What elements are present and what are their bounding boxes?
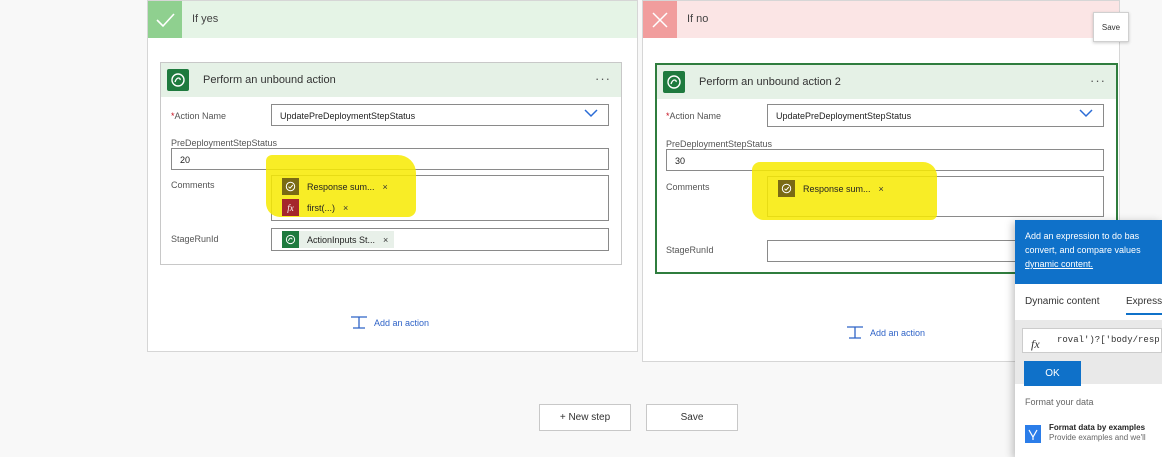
more-options-icon[interactable]: ··· (1090, 73, 1106, 88)
token-label: Response sum... (307, 181, 375, 192)
comments-label-no: Comments (666, 182, 710, 192)
stagerun-input-no[interactable] (767, 240, 1027, 262)
format-data-by-examples-item[interactable]: Format data by examples Provide examples… (1025, 423, 1162, 449)
status-value: 30 (675, 156, 686, 166)
branch-no-title: If no (687, 13, 709, 25)
dynamic-content-link[interactable]: dynamic content. (1025, 259, 1093, 269)
action-card-yes-title: Perform an unbound action (203, 74, 336, 86)
add-action-label: Add an action (870, 328, 926, 338)
token-actioninputs[interactable]: ActionInputs St... × (282, 231, 395, 248)
action-name-label-text: Action Name (669, 111, 722, 121)
remove-token-icon[interactable]: × (383, 182, 388, 192)
action-name-value: UpdatePreDeploymentStepStatus (280, 111, 416, 121)
format-examples-icon (1025, 425, 1041, 443)
chevron-down-icon[interactable] (584, 108, 598, 121)
x-mark-icon (643, 1, 677, 38)
new-step-button[interactable]: + New step (539, 404, 631, 431)
approvals-icon (282, 178, 299, 195)
tab-expression[interactable]: Express (1126, 296, 1162, 315)
action-name-dropdown-yes[interactable]: UpdatePreDeploymentStepStatus (271, 104, 609, 126)
fx-icon: fx (282, 199, 299, 216)
dataverse-icon (282, 231, 299, 248)
action-name-value: UpdatePreDeploymentStepStatus (776, 111, 912, 121)
add-action-icon (351, 316, 367, 329)
dynamic-content-panel: Add an expression to do bas convert, and… (1015, 220, 1162, 457)
expression-text: roval')?['body/resp (1057, 335, 1160, 345)
expression-input[interactable]: fx roval')?['body/resp (1022, 328, 1162, 353)
add-action-no[interactable]: Add an action (846, 326, 925, 340)
action-name-label-yes: *Action Name (171, 111, 226, 121)
action-card-no-title: Perform an unbound action 2 (699, 76, 841, 88)
comments-label-yes: Comments (171, 180, 215, 190)
remove-token-icon[interactable]: × (343, 203, 348, 213)
remove-token-icon[interactable]: × (879, 184, 884, 194)
add-action-label: Add an action (374, 318, 430, 328)
save-button[interactable]: Save (646, 404, 738, 431)
status-value: 20 (180, 155, 191, 165)
action-name-dropdown-no[interactable]: UpdatePreDeploymentStepStatus (767, 104, 1104, 127)
remove-token-icon[interactable]: × (383, 235, 388, 245)
info-line-2: convert, and compare values (1025, 245, 1141, 255)
token-response-summary[interactable]: Response sum... × (778, 180, 884, 197)
add-action-icon (847, 326, 863, 339)
expression-info-banner: Add an expression to do bas convert, and… (1015, 220, 1162, 284)
check-icon (148, 1, 182, 38)
tab-dynamic-content[interactable]: Dynamic content (1025, 296, 1099, 307)
branch-yes-title: If yes (192, 13, 219, 25)
chevron-down-icon[interactable] (1079, 108, 1093, 121)
dataverse-icon (663, 71, 685, 93)
token-label: first(...) (307, 202, 335, 213)
branch-yes-header[interactable]: If yes (148, 1, 637, 38)
token-label: ActionInputs St... (307, 234, 376, 245)
save-tooltip: Save (1093, 12, 1129, 42)
token-first-expression[interactable]: fx first(...) × (282, 199, 348, 216)
panel-tabs: Dynamic content Express (1015, 284, 1162, 318)
token-label: Response sum... (803, 183, 871, 194)
fx-icon: fx (1031, 337, 1040, 351)
stagerun-label-yes: StageRunId (171, 234, 219, 244)
action-card-no-header[interactable]: Perform an unbound action 2 ··· (657, 65, 1116, 99)
more-options-icon[interactable]: ··· (595, 71, 611, 86)
approvals-icon (778, 180, 795, 197)
action-name-label-no: *Action Name (666, 111, 721, 121)
add-action-yes[interactable]: Add an action (350, 316, 429, 330)
format-examples-title: Format data by examples (1049, 423, 1146, 432)
action-name-label-text: Action Name (174, 111, 227, 121)
status-label-no: PreDeploymentStepStatus (666, 139, 773, 149)
format-data-label: Format your data (1025, 397, 1094, 407)
status-label-yes: PreDeploymentStepStatus (171, 138, 278, 148)
format-examples-subtitle: Provide examples and we'll (1049, 433, 1146, 442)
action-card-yes-header[interactable]: Perform an unbound action ··· (161, 63, 621, 97)
stagerun-label-no: StageRunId (666, 245, 714, 255)
branch-no-header[interactable]: If no (643, 1, 1119, 38)
dataverse-icon (167, 69, 189, 91)
ok-button[interactable]: OK (1024, 361, 1081, 386)
token-response-summary[interactable]: Response sum... × (282, 178, 388, 195)
info-line-1: Add an expression to do bas (1025, 231, 1140, 241)
